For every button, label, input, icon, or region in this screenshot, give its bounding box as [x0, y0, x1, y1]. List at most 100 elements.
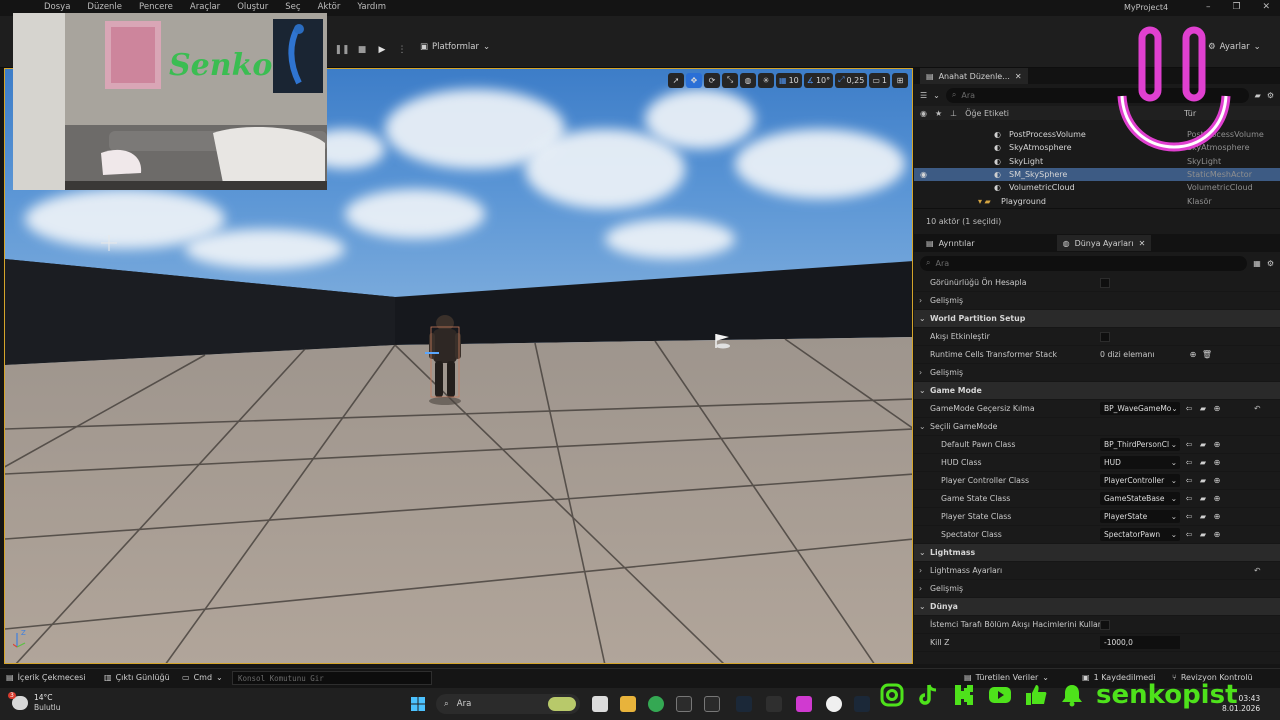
scale-icon[interactable]: ⤡: [722, 72, 739, 88]
details-category[interactable]: ⌄ Game Mode: [914, 382, 1280, 400]
chevron-down-icon[interactable]: ⌄: [919, 386, 926, 395]
tab-details[interactable]: ▤ Ayrıntılar: [920, 235, 981, 251]
gear-icon[interactable]: ⚙: [1267, 91, 1274, 100]
browse-back-icon[interactable]: ⇦: [1184, 458, 1194, 468]
class-dropdown[interactable]: HUD ⌄: [1100, 456, 1180, 469]
surface-snap-icon[interactable]: ✳: [758, 72, 775, 88]
menu-item[interactable]: Pencere: [139, 2, 173, 12]
details-category[interactable]: ⌄ Lightmass: [914, 544, 1280, 562]
outliner-row[interactable]: ▾ ▰ Playground Klasör: [914, 194, 1280, 207]
star-icon[interactable]: ★: [935, 109, 942, 118]
gear-icon[interactable]: ⚙: [1267, 259, 1274, 268]
capture-app-icon[interactable]: [676, 696, 692, 712]
table-view-icon[interactable]: ▦: [1253, 259, 1261, 268]
class-dropdown[interactable]: BP_ThirdPersonCl ⌄: [1100, 438, 1180, 451]
steam-icon[interactable]: [736, 696, 752, 712]
reset-icon[interactable]: ↶: [1254, 566, 1261, 575]
player-start-flag-icon[interactable]: [713, 333, 731, 349]
scale-snap-button[interactable]: ⤢ 0,25: [835, 72, 868, 88]
angle-snap-button[interactable]: ∡ 10°: [803, 72, 834, 88]
class-dropdown[interactable]: SpectatorPawn ⌄: [1100, 528, 1180, 541]
add-icon[interactable]: ⊕: [1212, 458, 1222, 468]
windows-start-icon[interactable]: [410, 696, 426, 712]
browse-back-icon[interactable]: ⇦: [1184, 530, 1194, 540]
details-subsection[interactable]: › Gelişmiş: [914, 292, 1280, 310]
col-item-label[interactable]: Öğe Etiketi: [965, 109, 1009, 118]
number-field[interactable]: -1000,0: [1100, 636, 1180, 649]
menu-item[interactable]: Yardım: [357, 2, 386, 12]
close-icon[interactable]: ✕: [1015, 72, 1022, 81]
add-icon[interactable]: ⊕: [1188, 350, 1198, 360]
close-icon[interactable]: ✕: [1139, 239, 1146, 248]
chevron-down-icon[interactable]: ⌄: [933, 91, 940, 100]
browse-back-icon[interactable]: ⇦: [1184, 404, 1194, 414]
stop-icon[interactable]: ■: [354, 42, 370, 58]
derived-data-button[interactable]: ▤ Türetilen Veriler ⌄: [964, 673, 1049, 682]
grid-snap-button[interactable]: ▦ 10: [776, 72, 802, 88]
browse-back-icon[interactable]: ⇦: [1184, 476, 1194, 486]
epic-games-icon[interactable]: [766, 696, 782, 712]
console-input[interactable]: Konsol Komutunu Gir: [232, 671, 432, 685]
close-icon[interactable]: ✕: [1262, 2, 1270, 16]
menu-item[interactable]: Seç: [285, 2, 300, 12]
outliner-row[interactable]: ◉ ◐ SM_SkySphere StaticMeshActor: [914, 167, 1280, 182]
checkbox[interactable]: [1100, 277, 1110, 288]
weather-widget[interactable]: 3 14°C Bulutlu: [8, 692, 61, 713]
details-category[interactable]: ⌄ Dünya: [914, 598, 1280, 616]
translate-icon[interactable]: ✥: [686, 72, 703, 88]
tab-outliner[interactable]: ▤ Anahat Düzenle... ✕: [920, 68, 1028, 84]
file-explorer-icon[interactable]: [620, 696, 636, 712]
eye-icon[interactable]: ◉: [920, 170, 927, 179]
checkbox[interactable]: [1100, 619, 1110, 630]
add-icon[interactable]: ⊕: [1212, 530, 1222, 540]
maximize-icon[interactable]: ❐: [1232, 2, 1240, 16]
menu-item[interactable]: Araçlar: [190, 2, 220, 12]
taskbar-search[interactable]: ⌕ Ara: [436, 694, 580, 714]
content-drawer-button[interactable]: ▤ İçerik Çekmecesi: [6, 673, 86, 682]
browse-folder-icon[interactable]: ▰: [1198, 494, 1208, 504]
reset-icon[interactable]: ↶: [1254, 404, 1261, 413]
chevron-down-icon[interactable]: ⌄: [919, 548, 926, 557]
chevron-right-icon[interactable]: ›: [919, 566, 922, 575]
details-subsection[interactable]: › Gelişmiş: [914, 364, 1280, 382]
add-icon[interactable]: ⊕: [1212, 440, 1222, 450]
add-icon[interactable]: ⊕: [1212, 494, 1222, 504]
pause-icon[interactable]: ❚❚: [334, 42, 350, 58]
camera-speed-button[interactable]: ▭ 1: [869, 72, 890, 88]
obs-icon[interactable]: [704, 696, 720, 712]
details-subsection[interactable]: › Lightmass Ayarları ↶: [914, 562, 1280, 580]
task-view-icon[interactable]: [592, 696, 608, 712]
browse-folder-icon[interactable]: ▰: [1198, 512, 1208, 522]
world-space-icon[interactable]: ◍: [740, 72, 757, 88]
filter-icon[interactable]: ☰: [920, 91, 927, 100]
browse-folder-icon[interactable]: ▰: [1198, 440, 1208, 450]
add-icon[interactable]: ⊕: [1212, 476, 1222, 486]
cmd-dropdown[interactable]: ▭ Cmd ⌄: [182, 673, 223, 682]
tab-world-settings[interactable]: ◍ Dünya Ayarları ✕: [1056, 235, 1152, 251]
browse-back-icon[interactable]: ⇦: [1184, 440, 1194, 450]
details-subsection[interactable]: ⌄ Seçili GameMode: [914, 418, 1280, 436]
minimize-icon[interactable]: –: [1206, 2, 1211, 16]
layout-icon[interactable]: ⊞: [892, 72, 908, 88]
platforms-button[interactable]: ▣ Platformlar ⌄: [420, 42, 490, 52]
details-search-input[interactable]: ⌕ Ara: [920, 255, 1248, 271]
rotate-icon[interactable]: ⟳: [704, 72, 721, 88]
output-log-button[interactable]: ▥ Çıktı Günlüğü: [104, 673, 170, 682]
class-dropdown[interactable]: BP_WaveGameMo ⌄: [1100, 402, 1180, 415]
chevron-down-icon[interactable]: ⌄: [919, 314, 926, 323]
unreal-engine-icon[interactable]: [826, 696, 842, 712]
details-subsection[interactable]: › Gelişmiş: [914, 580, 1280, 598]
pin-icon[interactable]: ⊥: [950, 109, 957, 118]
details-category[interactable]: ⌄ World Partition Setup: [914, 310, 1280, 328]
menu-item[interactable]: Düzenle: [87, 2, 122, 12]
more-options-icon[interactable]: ⋮: [394, 42, 410, 58]
browse-folder-icon[interactable]: ▰: [1198, 458, 1208, 468]
browse-folder-icon[interactable]: ▰: [1198, 404, 1208, 414]
browse-back-icon[interactable]: ⇦: [1184, 494, 1194, 504]
chevron-down-icon[interactable]: ⌄: [919, 422, 926, 431]
add-icon[interactable]: ⊕: [1212, 512, 1222, 522]
menu-item[interactable]: Dosya: [44, 2, 70, 12]
checkbox[interactable]: [1100, 331, 1110, 342]
eye-icon[interactable]: ◉: [920, 109, 927, 118]
menu-item[interactable]: Aktör: [318, 2, 341, 12]
